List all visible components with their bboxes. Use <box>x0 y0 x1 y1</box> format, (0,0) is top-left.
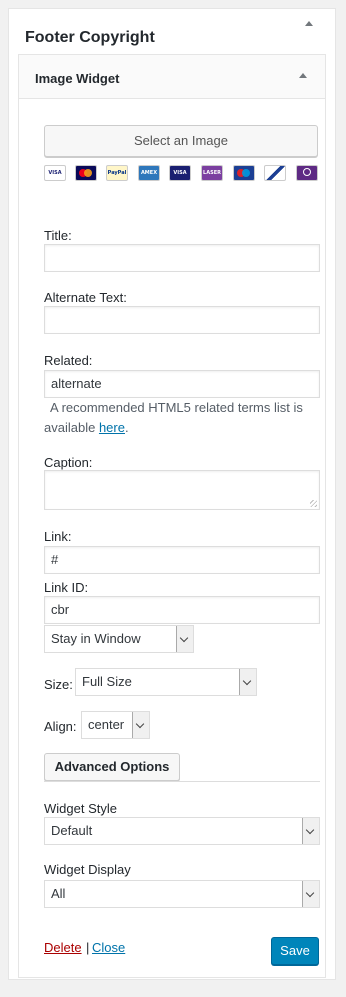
chevron-down-icon <box>302 881 319 907</box>
link-target-value: Stay in Window <box>51 631 141 646</box>
related-help-text: A recommended HTML5 related terms list i… <box>44 398 320 438</box>
close-link[interactable]: Close <box>92 940 125 955</box>
divider <box>44 781 320 782</box>
collapse-arrow-icon[interactable] <box>305 21 313 26</box>
title-label: Title: <box>44 228 72 243</box>
visa-icon: VISA <box>44 165 66 181</box>
size-select[interactable]: Full Size <box>75 668 257 696</box>
chevron-down-icon <box>176 626 193 652</box>
chevron-down-icon <box>132 712 149 738</box>
delete-link[interactable]: Delete <box>44 940 82 955</box>
save-button[interactable]: Save <box>271 937 319 965</box>
solo-icon <box>264 165 286 181</box>
widget-style-label: Widget Style <box>44 801 117 816</box>
caption-textarea[interactable] <box>44 470 320 510</box>
advanced-options-button[interactable]: Advanced Options <box>44 753 180 781</box>
widget-toggle-arrow-icon[interactable] <box>299 73 307 78</box>
link-label: Link: <box>44 529 72 544</box>
align-label: Align: <box>44 719 77 734</box>
link-target-select[interactable]: Stay in Window <box>44 625 194 653</box>
sidebar-widget-area: Footer Copyright Image Widget Select an … <box>8 8 336 980</box>
resize-grip-icon[interactable] <box>310 500 317 507</box>
related-input[interactable]: alternate <box>44 370 320 398</box>
related-help-prefix: A recommended HTML5 related terms list i… <box>44 400 303 435</box>
widget-display-value: All <box>51 886 66 901</box>
widget-style-select[interactable]: Default <box>44 817 320 845</box>
alt-text-input[interactable] <box>44 306 320 334</box>
amex-icon: AMEX <box>138 165 160 181</box>
link-id-label: Link ID: <box>44 580 89 595</box>
delta-icon <box>296 165 318 181</box>
chevron-down-icon <box>239 669 256 695</box>
title-input[interactable] <box>44 244 320 272</box>
visa-electron-icon: VISA <box>169 165 191 181</box>
size-value: Full Size <box>82 674 132 689</box>
align-value: center <box>88 717 125 732</box>
image-widget: Image Widget Select an Image VISA PayPal… <box>18 54 326 978</box>
align-select[interactable]: center <box>81 711 150 739</box>
maestro-icon <box>233 165 255 181</box>
link-id-input[interactable]: cbr <box>44 596 320 624</box>
paypal-icon: PayPal <box>106 165 128 181</box>
size-label: Size: <box>44 677 73 692</box>
alt-text-label: Alternate Text: <box>44 290 127 305</box>
widget-display-label: Widget Display <box>44 862 131 877</box>
caption-label: Caption: <box>44 455 93 470</box>
link-input[interactable]: # <box>44 546 320 574</box>
related-help-link[interactable]: here <box>99 420 125 435</box>
link-separator: | <box>86 940 90 955</box>
select-image-button[interactable]: Select an Image <box>44 125 318 157</box>
related-help-suffix: . <box>124 420 129 435</box>
widget-area-title[interactable]: Footer Copyright <box>25 29 155 47</box>
related-label: Related: <box>44 353 93 368</box>
widget-display-select[interactable]: All <box>44 880 320 908</box>
widget-style-value: Default <box>51 823 93 838</box>
widget-header[interactable]: Image Widget <box>19 55 325 99</box>
widget-title: Image Widget <box>35 71 120 86</box>
mastercard-icon <box>75 165 97 181</box>
chevron-down-icon <box>302 818 319 844</box>
laser-icon: LASER <box>201 165 223 181</box>
